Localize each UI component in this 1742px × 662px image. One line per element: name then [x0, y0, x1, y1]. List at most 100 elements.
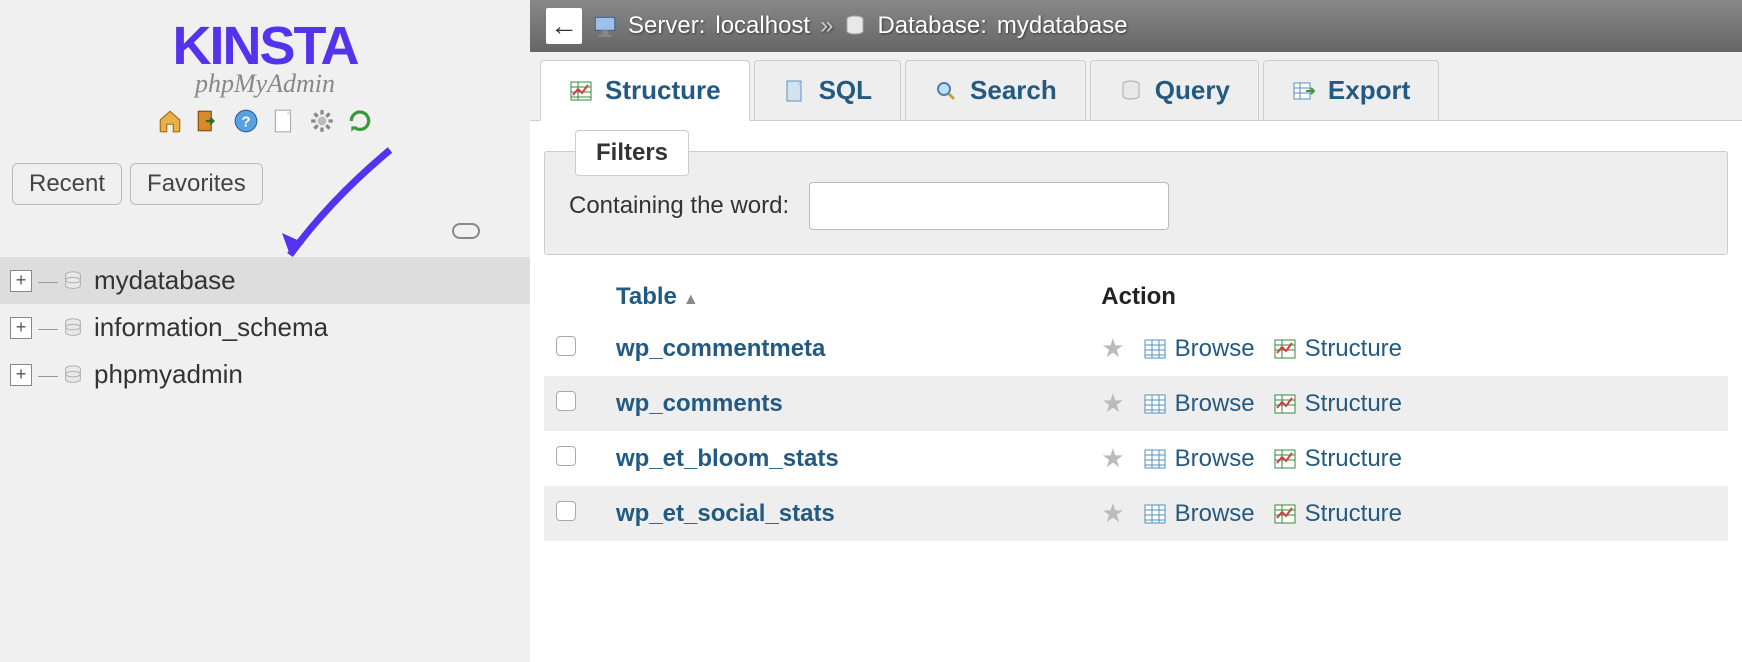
- favorite-star-icon[interactable]: ★: [1101, 443, 1124, 474]
- database-icon: [843, 14, 867, 38]
- breadcrumb-separator: »: [820, 12, 833, 40]
- favorite-star-icon[interactable]: ★: [1101, 498, 1124, 529]
- structure-icon: [1273, 502, 1297, 526]
- filters-legend: Filters: [575, 130, 689, 176]
- db-label: Database:: [877, 12, 986, 40]
- home-icon[interactable]: [156, 107, 184, 135]
- table-row: wp_comments ★ Browse Structure: [544, 376, 1728, 431]
- sidebar: KINSTA phpMyAdmin ? Recent Favorites + m…: [0, 0, 530, 662]
- favorite-star-icon[interactable]: ★: [1101, 388, 1124, 419]
- structure-link[interactable]: Structure: [1273, 500, 1402, 528]
- browse-icon: [1143, 447, 1167, 471]
- browse-icon: [1143, 392, 1167, 416]
- phpmyadmin-logo-text: phpMyAdmin: [20, 69, 510, 99]
- db-value[interactable]: mydatabase: [997, 12, 1128, 40]
- recent-button[interactable]: Recent: [12, 163, 122, 205]
- expand-icon[interactable]: +: [10, 364, 32, 386]
- main-tabs: Structure SQL Search Query Export: [530, 52, 1742, 121]
- main-panel: ← Server: localhost » Database: mydataba…: [530, 0, 1742, 662]
- expand-icon[interactable]: +: [10, 270, 32, 292]
- tab-label: SQL: [819, 75, 872, 106]
- table-name-link[interactable]: wp_commentmeta: [616, 335, 825, 362]
- logout-icon[interactable]: [194, 107, 222, 135]
- filters-box: Filters Containing the word:: [544, 151, 1728, 255]
- favorites-button[interactable]: Favorites: [130, 163, 263, 205]
- link-icon-row: [0, 215, 530, 249]
- help-icon[interactable]: ?: [232, 107, 260, 135]
- query-icon: [1119, 79, 1143, 103]
- database-icon: [62, 317, 84, 339]
- tables-list: Table▲ Action wp_commentmeta ★ Browse St…: [544, 273, 1728, 541]
- browse-link[interactable]: Browse: [1143, 335, 1255, 363]
- server-value[interactable]: localhost: [715, 12, 810, 40]
- browse-link[interactable]: Browse: [1143, 390, 1255, 418]
- database-icon: [62, 270, 84, 292]
- reload-icon[interactable]: [346, 107, 374, 135]
- browse-icon: [1143, 337, 1167, 361]
- sql-icon: [783, 79, 807, 103]
- table-name-link[interactable]: wp_et_bloom_stats: [616, 445, 839, 472]
- db-label: phpmyadmin: [94, 359, 243, 390]
- server-icon: [592, 13, 618, 39]
- svg-text:?: ?: [241, 113, 250, 130]
- settings-icon[interactable]: [308, 107, 336, 135]
- structure-link[interactable]: Structure: [1273, 445, 1402, 473]
- structure-link[interactable]: Structure: [1273, 335, 1402, 363]
- tab-label: Query: [1155, 75, 1230, 106]
- export-icon: [1292, 79, 1316, 103]
- table-row: wp_commentmeta ★ Browse Structure: [544, 321, 1728, 376]
- tab-label: Structure: [605, 75, 721, 106]
- database-icon: [62, 364, 84, 386]
- table-row: wp_et_social_stats ★ Browse Structure: [544, 486, 1728, 541]
- link-icon[interactable]: [452, 223, 480, 239]
- filter-input[interactable]: [809, 182, 1169, 230]
- col-header-action: Action: [1089, 273, 1728, 321]
- sort-asc-icon: ▲: [683, 291, 699, 308]
- db-item-mydatabase[interactable]: + mydatabase: [0, 257, 530, 304]
- logo-area: KINSTA phpMyAdmin ?: [0, 10, 530, 145]
- table-name-link[interactable]: wp_comments: [616, 390, 783, 417]
- structure-link[interactable]: Structure: [1273, 390, 1402, 418]
- sidebar-icon-bar: ?: [20, 107, 510, 135]
- filter-label: Containing the word:: [569, 192, 789, 220]
- table-row: wp_et_bloom_stats ★ Browse Structure: [544, 431, 1728, 486]
- structure-icon: [1273, 337, 1297, 361]
- tab-search[interactable]: Search: [905, 60, 1086, 120]
- row-checkbox[interactable]: [556, 501, 576, 521]
- sql-doc-icon[interactable]: [270, 107, 298, 135]
- db-item-phpmyadmin[interactable]: + phpmyadmin: [0, 351, 530, 398]
- database-tree: + mydatabase + information_schema + phpm…: [0, 257, 530, 398]
- search-icon: [934, 79, 958, 103]
- tab-sql[interactable]: SQL: [754, 60, 901, 120]
- row-checkbox[interactable]: [556, 446, 576, 466]
- tab-export[interactable]: Export: [1263, 60, 1439, 120]
- tree-connector: [38, 328, 58, 330]
- favorite-star-icon[interactable]: ★: [1101, 333, 1124, 364]
- table-name-link[interactable]: wp_et_social_stats: [616, 500, 835, 527]
- breadcrumb: ← Server: localhost » Database: mydataba…: [530, 0, 1742, 52]
- structure-icon: [1273, 447, 1297, 471]
- db-label: mydatabase: [94, 265, 236, 296]
- tab-structure[interactable]: Structure: [540, 60, 750, 121]
- server-label: Server:: [628, 12, 705, 40]
- brand-logo: KINSTA: [20, 15, 510, 77]
- structure-icon: [1273, 392, 1297, 416]
- tab-query[interactable]: Query: [1090, 60, 1259, 120]
- tab-label: Export: [1328, 75, 1410, 106]
- row-checkbox[interactable]: [556, 336, 576, 356]
- db-item-information-schema[interactable]: + information_schema: [0, 304, 530, 351]
- sidebar-tab-row: Recent Favorites: [12, 163, 518, 205]
- tree-connector: [38, 375, 58, 377]
- browse-link[interactable]: Browse: [1143, 445, 1255, 473]
- back-button[interactable]: ←: [546, 8, 582, 44]
- row-checkbox[interactable]: [556, 391, 576, 411]
- filter-row: Containing the word:: [569, 182, 1703, 230]
- content-area: Filters Containing the word: Table▲ Acti…: [530, 121, 1742, 555]
- structure-icon: [569, 79, 593, 103]
- col-header-table[interactable]: Table▲: [604, 273, 1089, 321]
- expand-icon[interactable]: +: [10, 317, 32, 339]
- browse-link[interactable]: Browse: [1143, 500, 1255, 528]
- tab-label: Search: [970, 75, 1057, 106]
- browse-icon: [1143, 502, 1167, 526]
- db-label: information_schema: [94, 312, 328, 343]
